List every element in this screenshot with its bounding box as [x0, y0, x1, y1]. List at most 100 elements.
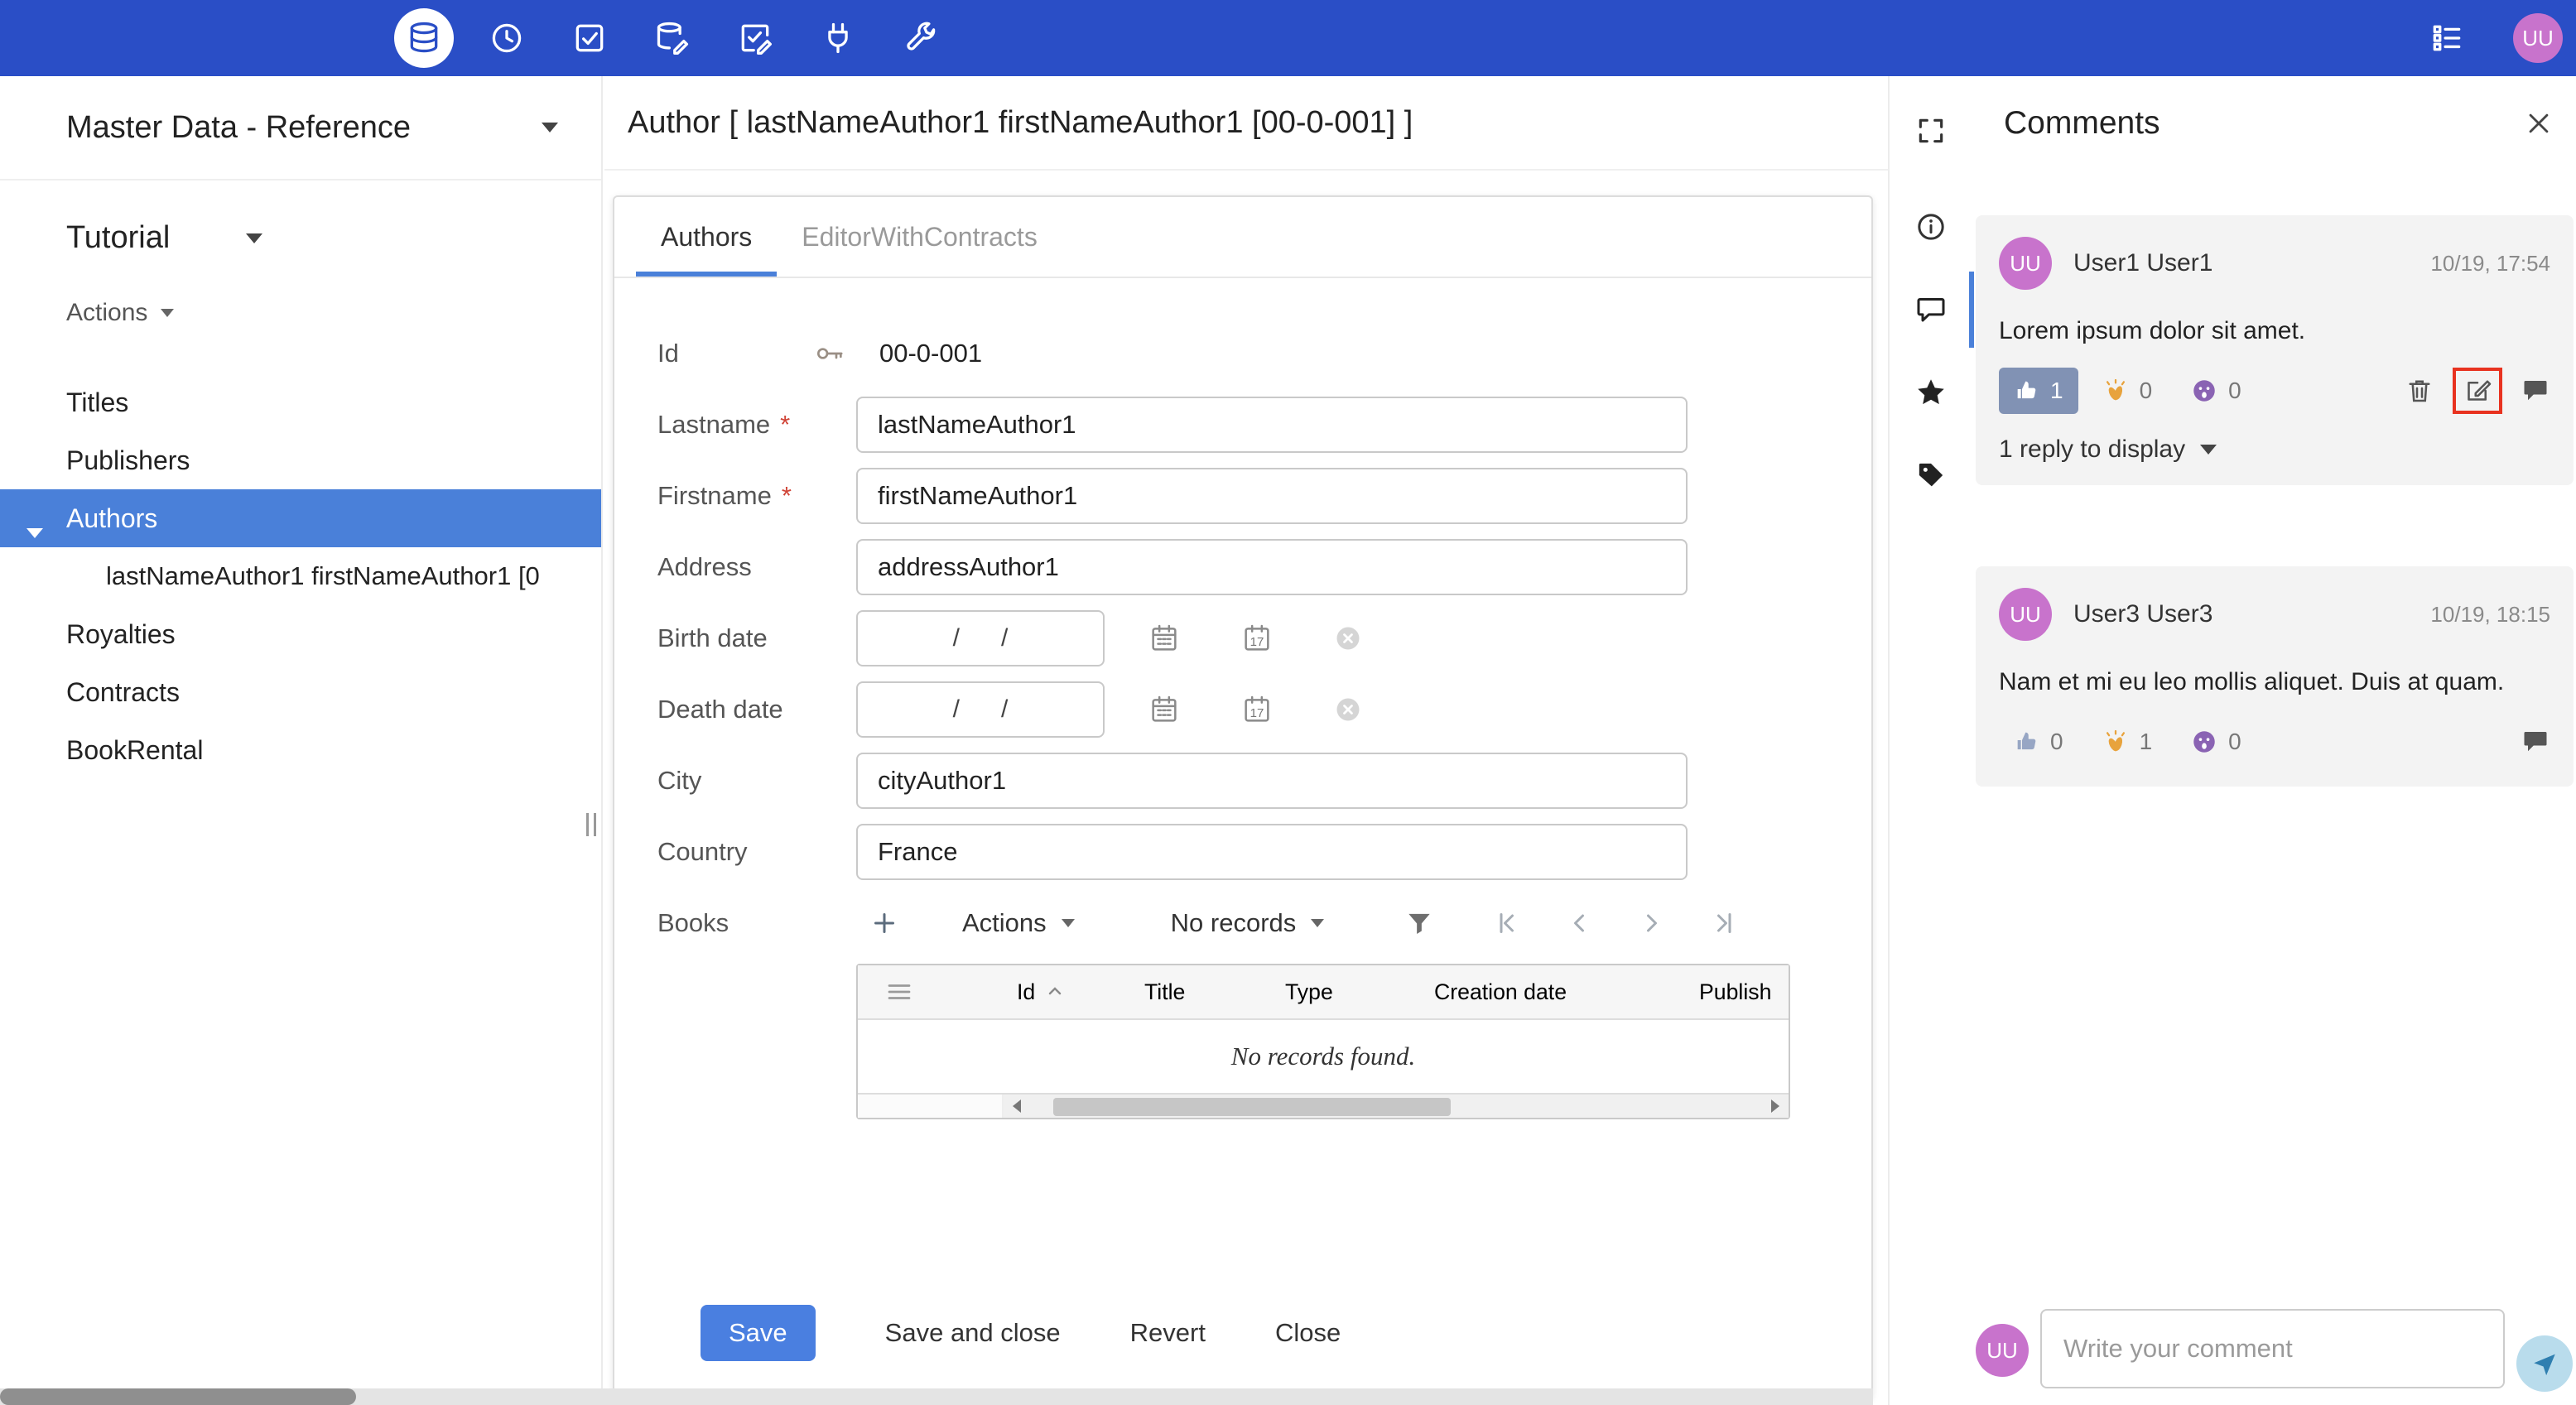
column-header-type[interactable]: Type — [1272, 979, 1421, 1005]
history-icon[interactable] — [477, 8, 537, 68]
app-selector[interactable]: Tutorial — [66, 220, 263, 256]
calendar-day-number: 17 — [1250, 706, 1264, 720]
column-header-title[interactable]: Title — [1131, 979, 1272, 1005]
close-icon[interactable] — [2525, 109, 2553, 137]
sidebar-item-publishers[interactable]: Publishers — [0, 431, 601, 489]
reply-icon[interactable] — [2521, 376, 2550, 406]
author-form: Id 00-0-001 Lastname * Firstname — [614, 278, 1871, 1361]
trash-icon[interactable] — [2405, 376, 2434, 406]
first-page-icon[interactable] — [1491, 908, 1521, 938]
edit-icon[interactable] — [2463, 376, 2492, 406]
wrench-icon[interactable] — [891, 8, 951, 68]
page-scrollbar-thumb[interactable] — [0, 1388, 356, 1405]
sidebar-item-contracts[interactable]: Contracts — [0, 663, 601, 721]
wow-button[interactable]: 0 — [2175, 368, 2256, 414]
tag-icon[interactable] — [1890, 434, 1972, 517]
info-icon[interactable] — [1890, 185, 1972, 268]
nav-label: Publishers — [66, 445, 190, 475]
list-icon[interactable] — [2417, 8, 2477, 68]
target-highlight-box — [2453, 367, 2502, 414]
next-page-icon[interactable] — [1637, 908, 1667, 938]
calendar-icon[interactable] — [1148, 622, 1181, 655]
records-count-dropdown[interactable]: No records — [1171, 908, 1325, 938]
nav-label: Contracts — [66, 676, 180, 707]
comment-text: Nam et mi eu leo mollis aliquet. Duis at… — [1999, 668, 2505, 695]
workspace-selector[interactable]: Master Data - Reference — [0, 76, 601, 180]
revert-button[interactable]: Revert — [1130, 1318, 1206, 1348]
close-button[interactable]: Close — [1275, 1318, 1341, 1348]
top-bar: UU — [0, 0, 2576, 76]
column-header-publish[interactable]: Publish — [1686, 979, 1789, 1005]
data-edit-icon[interactable] — [643, 8, 702, 68]
star-icon[interactable] — [1890, 351, 1972, 434]
sidebar-actions-menu[interactable]: Actions — [66, 299, 175, 327]
sidebar-item-bookrental[interactable]: BookRental — [0, 721, 601, 779]
sidebar-item-authors[interactable]: Authors — [0, 489, 601, 547]
clear-icon[interactable] — [1333, 695, 1363, 724]
replies-toggle[interactable]: 1 reply to display — [1999, 435, 2217, 464]
save-button[interactable]: Save — [701, 1305, 816, 1361]
lastname-input[interactable] — [856, 397, 1688, 453]
scroll-left-icon[interactable] — [1004, 1095, 1030, 1118]
calendar-icon[interactable] — [1148, 693, 1181, 726]
reply-icon[interactable] — [2521, 727, 2550, 757]
date-placeholder: / / — [952, 624, 1009, 652]
prev-page-icon[interactable] — [1564, 908, 1594, 938]
comment-composer: UU — [1976, 1309, 2573, 1392]
clap-button[interactable]: 1 — [2087, 719, 2168, 765]
workspace-label: Master Data - Reference — [66, 109, 412, 145]
calendar-day-icon[interactable]: 17 — [1240, 693, 1274, 726]
scrollbar-track[interactable] — [1030, 1095, 1762, 1118]
books-table: Id Title Type Creation date Publish No r… — [856, 964, 1790, 1119]
add-record-button[interactable] — [869, 908, 899, 938]
address-input[interactable] — [856, 539, 1688, 595]
books-actions-menu[interactable]: Actions — [962, 908, 1075, 938]
label-text: Firstname — [657, 481, 772, 510]
like-button[interactable]: 0 — [1999, 719, 2078, 765]
user-avatar[interactable]: UU — [2513, 13, 2563, 63]
form-edit-icon[interactable] — [725, 8, 785, 68]
filter-icon[interactable] — [1404, 907, 1435, 939]
comment-timestamp: 10/19, 17:54 — [2430, 250, 2550, 276]
avatar: UU — [1976, 1324, 2029, 1377]
tasks-icon[interactable] — [560, 8, 619, 68]
send-comment-button[interactable] — [2516, 1335, 2573, 1392]
like-icon — [2017, 732, 2036, 749]
clap-button[interactable]: 0 — [2087, 368, 2168, 414]
calendar-day-icon[interactable]: 17 — [1240, 622, 1274, 655]
expand-icon[interactable] — [1890, 89, 1972, 172]
column-header-creation-date[interactable]: Creation date — [1421, 979, 1686, 1005]
column-header-id[interactable]: Id — [1004, 979, 1131, 1005]
firstname-input[interactable] — [856, 468, 1688, 524]
scrollbar-thumb[interactable] — [1053, 1098, 1451, 1116]
sidebar-item-royalties[interactable]: Royalties — [0, 605, 601, 663]
field-label: City — [657, 766, 856, 796]
sidebar-item-author-record[interactable]: lastNameAuthor1 firstNameAuthor1 [0 — [0, 547, 601, 605]
scroll-right-icon[interactable] — [1762, 1095, 1789, 1118]
country-input[interactable] — [856, 824, 1688, 880]
send-icon — [2534, 1354, 2555, 1376]
form-actions: Save Save and close Revert Close — [701, 1305, 1871, 1361]
page-scrollbar-track[interactable] — [0, 1388, 1873, 1405]
comment-actions: 1 0 0 — [1999, 367, 2550, 414]
comments-icon[interactable] — [1890, 268, 1972, 351]
birth-date-input[interactable]: / / — [856, 610, 1105, 666]
like-button[interactable]: 1 — [1999, 367, 2078, 414]
tab-authors[interactable]: Authors — [636, 197, 778, 277]
city-input[interactable] — [856, 753, 1688, 809]
label-text: Address — [657, 552, 752, 581]
last-page-icon[interactable] — [1710, 908, 1740, 938]
comment-input[interactable] — [2040, 1309, 2505, 1388]
save-and-close-button[interactable]: Save and close — [885, 1318, 1061, 1348]
tab-editorwithcontracts[interactable]: EditorWithContracts — [777, 197, 1062, 277]
clear-icon[interactable] — [1333, 623, 1363, 653]
wow-button[interactable]: 0 — [2175, 719, 2256, 765]
database-icon[interactable] — [394, 8, 454, 68]
sidebar-resize-handle[interactable] — [586, 813, 596, 836]
death-date-input[interactable]: / / — [856, 681, 1105, 738]
nav-label: Royalties — [66, 618, 176, 649]
row-menu-icon[interactable] — [884, 977, 914, 1007]
plug-icon[interactable] — [808, 8, 868, 68]
sidebar-item-titles[interactable]: Titles — [0, 373, 601, 431]
form-row-birth-date: Birth date / / 17 — [657, 603, 1871, 674]
